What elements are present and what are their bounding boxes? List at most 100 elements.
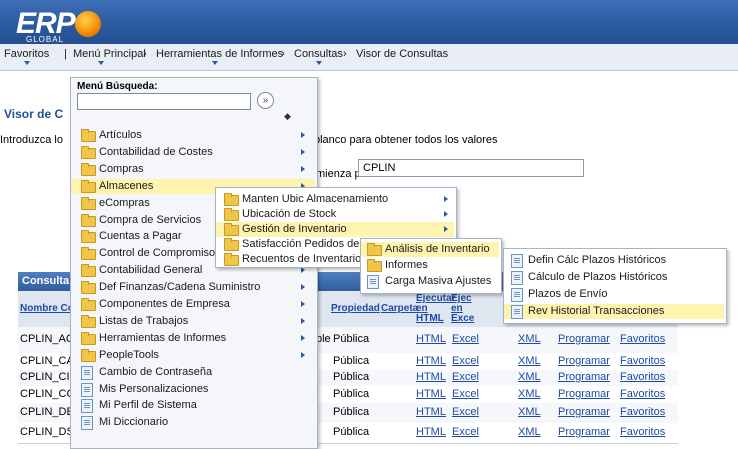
row-name: CPLIN_DS [20,426,74,438]
menu-item[interactable]: Listas de Trabajos [71,314,315,329]
submenu-arrow-icon [301,284,305,291]
search-input[interactable]: CPLIN [358,159,584,177]
col-carpeta-header[interactable]: Carpeta [381,304,418,314]
excel-link[interactable]: Excel [452,426,479,438]
folder-icon [367,243,382,256]
folder-icon [81,196,96,210]
menu-sort-icon[interactable]: ◆ [284,111,291,122]
excel-link[interactable]: Excel [452,388,479,400]
submenu-arrow-icon [444,211,448,217]
breadcrumb-visor[interactable]: Visor de Consultas [356,48,448,60]
favoritos-link[interactable]: Favoritos [620,388,665,400]
menu-item[interactable]: PeopleTools [71,348,315,363]
html-link[interactable]: HTML [416,355,446,367]
xml-link[interactable]: XML [518,333,541,345]
menu-item[interactable]: Gestión de Inventario [216,222,454,237]
row-propiedad: Pública [333,355,370,367]
xml-link[interactable]: XML [518,355,541,367]
breadcrumb-menu-principal[interactable]: Menú Principal [73,48,146,60]
xml-link[interactable]: XML [518,406,541,418]
menu-item[interactable]: Artículos [71,128,315,143]
favoritos-link[interactable]: Favoritos [620,371,665,383]
menu-item[interactable]: Rev Historial Transacciones [504,304,724,319]
html-link[interactable]: HTML [416,371,446,383]
menu-item-label: Contabilidad General [99,264,203,277]
menu-item-label: PeopleTools [99,348,159,361]
menu-item[interactable]: Mi Perfil de Sistema [71,398,315,414]
menu-search-input[interactable] [77,93,251,110]
menu-item-label: Listas de Trabajos [99,314,189,327]
excel-link[interactable]: Excel [452,371,479,383]
menu-principal-dropdown-icon[interactable] [98,61,104,65]
menu-item[interactable]: Carga Masiva Ajustes [361,274,499,289]
breadcrumb-favoritos[interactable]: Favoritos [4,48,49,60]
folder-icon [81,264,96,278]
favoritos-link[interactable]: Favoritos [620,426,665,438]
col-propiedad-header[interactable]: Propiedad [331,304,380,314]
logo-subtext: GLOBAL [26,35,65,44]
document-icon [511,271,523,285]
html-link[interactable]: HTML [416,388,446,400]
xml-link[interactable]: XML [518,388,541,400]
favoritos-dropdown-icon[interactable] [24,61,30,65]
programar-link[interactable]: Programar [558,406,610,418]
breadcrumb-consultas[interactable]: Consultas [294,48,343,60]
menu-item[interactable]: Componentes de Empresa [71,297,315,312]
col-nombre-header[interactable]: Nombre Co [20,304,74,314]
excel-link[interactable]: Excel [452,333,479,345]
favoritos-link[interactable]: Favoritos [620,406,665,418]
menu-item-label: Informes [385,259,428,271]
menu-item[interactable]: Ubicación de Stock [216,207,454,222]
menu-item[interactable]: Análisis de Inventario [361,242,499,257]
page-title: Visor de C [4,107,64,121]
menu-item[interactable]: Mi Diccionario [71,415,315,431]
excel-link[interactable]: Excel [452,355,479,367]
menu-search-go-icon[interactable]: » [257,92,274,109]
menu-item-label: Artículos [99,129,142,141]
menu-item[interactable]: Plazos de Envío [504,287,724,302]
col-ejecutar-excel-header[interactable]: Ejec en Exce [451,294,474,324]
breadcrumb-herramientas[interactable]: Herramientas de Informes [156,48,283,60]
menu-item-label: Plazos de Envío [528,288,608,300]
menu-item[interactable]: Compras [71,162,315,177]
html-link[interactable]: HTML [416,406,446,418]
herramientas-dropdown-icon[interactable] [212,61,218,65]
xml-link[interactable]: XML [518,426,541,438]
menu-item[interactable]: Cálculo de Plazos Históricos [504,270,724,285]
document-icon [81,416,93,431]
menu-item-label: Satisfacción Pedidos de St [242,238,373,250]
menu-item[interactable]: Informes [361,258,499,273]
consultas-dropdown-icon[interactable] [316,61,322,65]
menu-item[interactable]: Contabilidad de Costes [71,145,315,160]
excel-link[interactable]: Excel [452,406,479,418]
programar-link[interactable]: Programar [558,333,610,345]
col-ejecutar-html-header[interactable]: Ejecutar en HTML [416,294,455,324]
folder-icon [81,281,96,295]
xml-link[interactable]: XML [518,371,541,383]
programar-link[interactable]: Programar [558,355,610,367]
menu-item[interactable]: Defin Cálc Plazos Históricos [504,253,724,268]
submenu-arrow-icon [301,148,305,155]
menu-item[interactable]: Manten Ubic Almacenamiento [216,192,454,207]
programar-link[interactable]: Programar [558,388,610,400]
row-fragment: ble [316,333,331,345]
menu-item[interactable]: Mis Personalizaciones [71,382,315,397]
menu-item[interactable]: Def Finanzas/Cadena Suministro [71,280,315,295]
folder-icon [81,179,96,193]
row-name: CPLIN_CC [20,388,75,400]
menu-item-label: Análisis de Inventario [385,243,490,255]
html-link[interactable]: HTML [416,333,446,345]
folder-icon [81,247,96,261]
favoritos-link[interactable]: Favoritos [620,355,665,367]
favoritos-link[interactable]: Favoritos [620,333,665,345]
menu-item-label: Almacenes [99,179,154,192]
breadcrumb: Favoritos | Menú Principal › Herramienta… [0,44,738,71]
intro-text-right: blanco para obtener todos los valores [314,134,498,146]
programar-link[interactable]: Programar [558,371,610,383]
html-link[interactable]: HTML [416,426,446,438]
menu-item[interactable]: Herramientas de Informes [71,331,315,346]
menu-item[interactable]: Cambio de Contraseña [71,365,315,380]
row-propiedad: Pública [333,406,370,418]
menu-item-label: Herramientas de Informes [99,331,227,344]
programar-link[interactable]: Programar [558,426,610,438]
